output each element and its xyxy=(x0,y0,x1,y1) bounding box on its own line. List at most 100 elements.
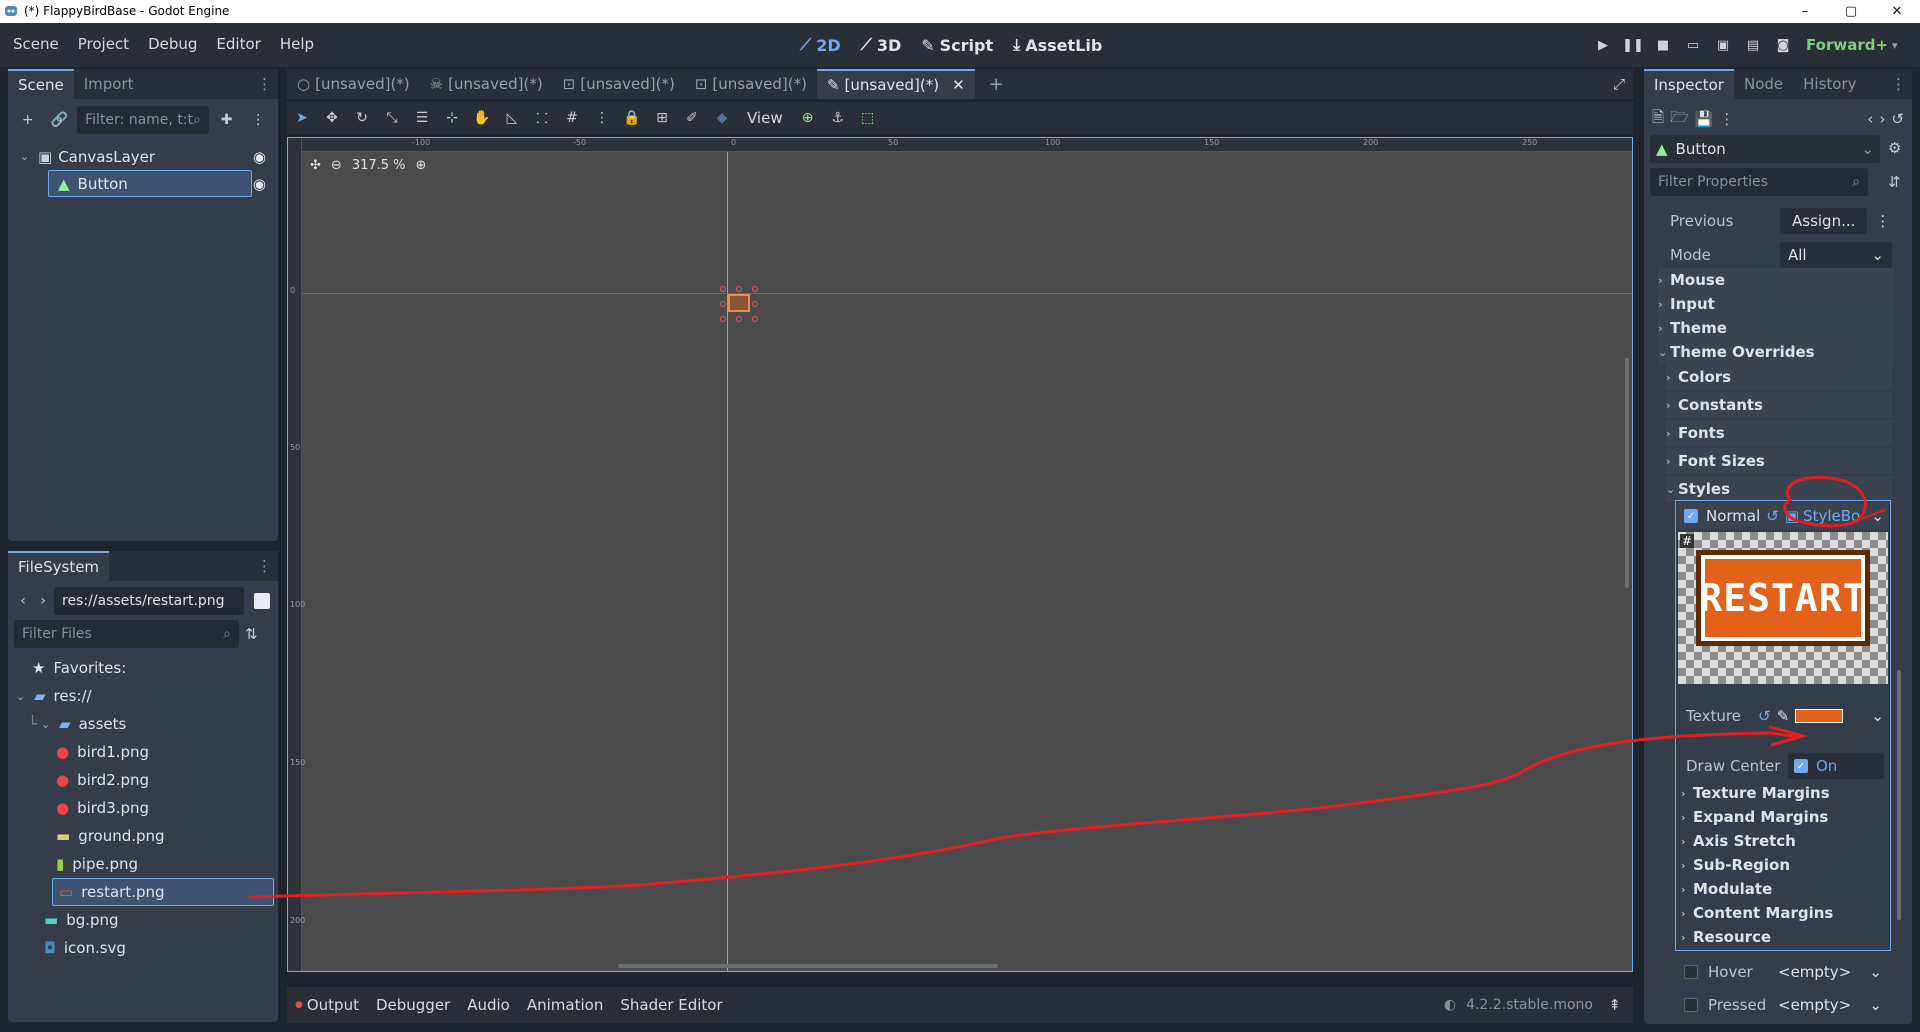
filter-properties-input[interactable]: Filter Properties ⌕ xyxy=(1650,168,1868,196)
fs-file-icon[interactable]: ◘ icon.svg xyxy=(44,934,126,962)
save-icon[interactable]: 💾 xyxy=(1695,110,1714,128)
rotate-tool-icon[interactable]: ↻ xyxy=(347,103,377,133)
menu-scene[interactable]: Scene xyxy=(13,35,59,53)
object-properties-icon[interactable]: ⚙ xyxy=(1888,139,1901,157)
canvas-viewport[interactable]: -100 -50 0 50 100 150 200 250 0 50 100 1… xyxy=(287,137,1633,972)
subsection-font-sizes[interactable]: › Font Sizes xyxy=(1666,448,1892,474)
dock-menu-icon[interactable]: ⋮ xyxy=(257,557,272,575)
fs-file-bg[interactable]: ▬ bg.png xyxy=(44,906,119,934)
tree-node-button[interactable]: ▲ Button ◉ xyxy=(16,170,274,197)
pivot-tool-icon[interactable]: ⊹ xyxy=(437,103,467,133)
attach-script-icon[interactable]: ✚ xyxy=(213,105,241,135)
edit-resource-icon[interactable]: ✎ xyxy=(1777,707,1790,725)
history-forward-icon[interactable]: › xyxy=(1879,110,1885,128)
selected-button-node[interactable] xyxy=(720,286,760,322)
forward-icon[interactable]: › xyxy=(34,586,52,616)
tab-inspector[interactable]: Inspector xyxy=(1644,69,1734,99)
section-texture-margins[interactable]: › Texture Margins xyxy=(1681,781,1887,805)
smart-snap-icon[interactable]: ⸬ xyxy=(527,103,557,133)
revert-icon[interactable]: ↺ xyxy=(1766,507,1779,525)
list-select-icon[interactable]: ☰ xyxy=(407,103,437,133)
subsection-constants[interactable]: › Constants xyxy=(1666,392,1892,418)
subsection-fonts[interactable]: › Fonts xyxy=(1666,420,1892,446)
visibility-eye-icon[interactable]: ◉ xyxy=(253,148,266,166)
path-input[interactable]: res://assets/restart.png xyxy=(54,587,244,615)
scale-tool-icon[interactable]: ⤡ xyxy=(377,103,407,133)
subsection-colors[interactable]: › Colors xyxy=(1666,364,1892,390)
add-node-here-icon[interactable]: ⊕ xyxy=(793,103,823,133)
section-input[interactable]: › Input xyxy=(1658,292,1894,316)
tab-history[interactable]: History xyxy=(1793,69,1866,99)
play-custom-scene-icon[interactable]: ▤ xyxy=(1738,30,1768,60)
dock-menu-icon[interactable]: ⋮ xyxy=(1891,75,1906,93)
maximize-button[interactable]: ▢ xyxy=(1828,0,1874,23)
select-tool-icon[interactable]: ➤ xyxy=(287,103,317,133)
section-theme[interactable]: › Theme xyxy=(1658,316,1894,340)
horizontal-scrollbar[interactable] xyxy=(618,964,998,968)
more-options-icon[interactable]: ⋮ xyxy=(1875,212,1890,230)
section-modulate[interactable]: › Modulate xyxy=(1681,877,1887,901)
history-back-icon[interactable]: ‹ xyxy=(1867,110,1873,128)
chevron-down-icon[interactable]: ⌄ xyxy=(16,690,28,703)
add-node-icon[interactable]: + xyxy=(14,105,42,135)
fs-favorites[interactable]: ★ Favorites: xyxy=(32,654,126,682)
fs-file-bird3[interactable]: ● bird3.png xyxy=(56,794,149,822)
bone-icon[interactable]: ✐ xyxy=(677,103,707,133)
scene-tab-3[interactable]: ⊡ [unsaved](*) xyxy=(553,69,685,99)
movie-maker-icon[interactable]: ◙ xyxy=(1768,30,1798,60)
workspace-assetlib-button[interactable]: ⤓ AssetLib xyxy=(1013,35,1102,55)
split-view-icon[interactable] xyxy=(254,593,270,609)
tab-debugger[interactable]: Debugger xyxy=(376,996,450,1014)
texture-thumbnail[interactable] xyxy=(1795,709,1844,723)
grid-icon[interactable]: # xyxy=(1680,534,1695,548)
section-resource[interactable]: › Resource xyxy=(1681,925,1887,949)
scene-tab-4[interactable]: ⊡ [unsaved](*) xyxy=(685,69,817,99)
new-resource-icon[interactable]: 🗎 xyxy=(1652,107,1664,132)
property-sort-icon[interactable]: ⇵ xyxy=(1888,173,1901,191)
grid-snap-icon[interactable]: # xyxy=(557,103,587,133)
draw-center-toggle[interactable]: ✓ On xyxy=(1788,753,1884,779)
chevron-down-icon[interactable]: ⌄ xyxy=(1869,996,1882,1014)
revert-icon[interactable]: ↺ xyxy=(1758,707,1771,725)
distraction-free-icon[interactable]: ⤢ xyxy=(1613,75,1625,93)
view-menu[interactable]: View xyxy=(747,109,783,127)
tree-node-canvaslayer[interactable]: ⌄ ▣ CanvasLayer ◉ xyxy=(16,143,274,170)
ruler-tool-icon[interactable]: ◺ xyxy=(497,103,527,133)
snap-options-icon[interactable]: ⋮ xyxy=(587,103,617,133)
zoom-in-icon[interactable]: ⊕ xyxy=(416,158,427,173)
scene-filter-input[interactable]: Filter: name, t:t ⌕ xyxy=(77,106,209,134)
tab-scene[interactable]: Scene xyxy=(8,69,74,99)
chevron-down-icon[interactable]: ⌄ xyxy=(20,150,32,163)
inspector-scrollbar[interactable] xyxy=(1897,670,1901,920)
checkbox-unchecked-icon[interactable] xyxy=(1684,998,1698,1012)
remote-debug-icon[interactable]: ▭ xyxy=(1678,30,1708,60)
chevron-down-icon[interactable]: ⌄ xyxy=(1871,507,1884,525)
menu-editor[interactable]: Editor xyxy=(216,35,260,53)
tab-audio[interactable]: Audio xyxy=(467,996,510,1014)
vertical-scrollbar[interactable] xyxy=(1625,358,1629,588)
expand-panel-icon[interactable]: ⇞ xyxy=(1608,996,1621,1014)
fs-res-root[interactable]: ⌄ ▰ res:// xyxy=(16,682,92,710)
section-expand-margins[interactable]: › Expand Margins xyxy=(1681,805,1887,829)
mode-dropdown[interactable]: All ⌄ xyxy=(1780,242,1892,268)
subsection-styles[interactable]: ⌄ Styles xyxy=(1666,476,1892,502)
group-icon[interactable]: ⊞ xyxy=(647,103,677,133)
inspected-object-selector[interactable]: ▲ Button ⌄ xyxy=(1650,135,1880,163)
chevron-down-icon[interactable]: ⌄ xyxy=(1871,707,1884,725)
pressed-style-value[interactable]: <empty> xyxy=(1778,996,1851,1014)
filter-files-input[interactable]: Filter Files ⌕ xyxy=(14,620,239,648)
stylebox-resource-button[interactable]: StyleBo xyxy=(1803,507,1860,525)
fs-file-restart[interactable]: ▭ restart.png xyxy=(52,878,274,906)
instance-scene-icon[interactable]: 🔗 xyxy=(46,105,74,135)
anchor-icon[interactable]: ⚓ xyxy=(823,103,853,133)
zoom-reset-icon[interactable]: ✣ xyxy=(310,158,321,173)
sort-icon[interactable]: ⇅ xyxy=(245,625,258,643)
fs-file-pipe[interactable]: ▮ pipe.png xyxy=(56,850,138,878)
open-folder-icon[interactable]: 🗁 xyxy=(1670,107,1689,132)
section-axis-stretch[interactable]: › Axis Stretch xyxy=(1681,829,1887,853)
tab-node[interactable]: Node xyxy=(1734,69,1793,99)
back-icon[interactable]: ‹ xyxy=(14,586,32,616)
tab-shader-editor[interactable]: Shader Editor xyxy=(620,996,722,1014)
fs-file-bird2[interactable]: ● bird2.png xyxy=(56,766,149,794)
assign-button[interactable]: Assign... xyxy=(1780,208,1868,234)
